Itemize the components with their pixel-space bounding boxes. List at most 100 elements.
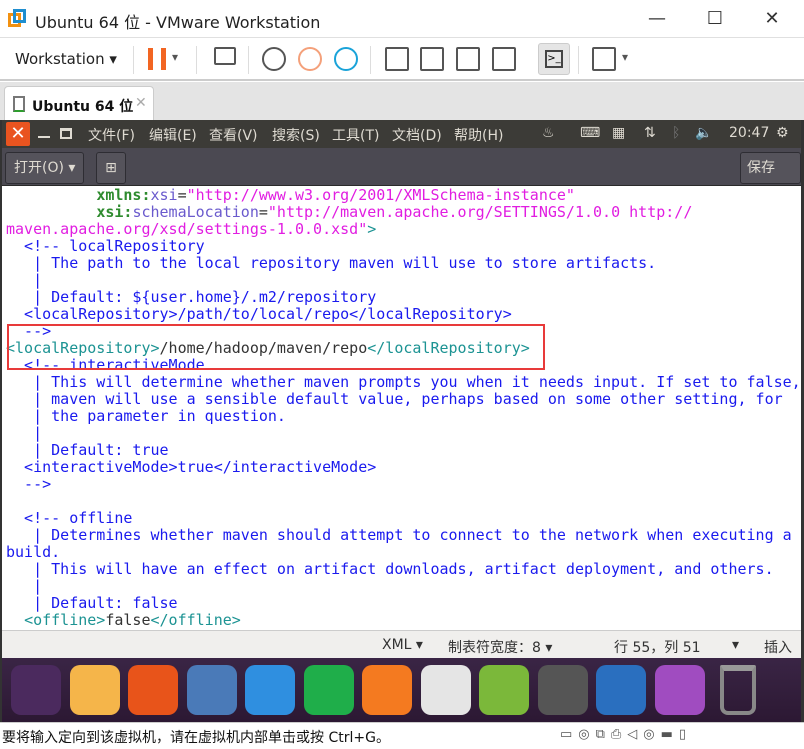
vm-display[interactable]: ✕ 文件(F) 编辑(E) 查看(V) 搜索(S) 工具(T) 文档(D) 帮助… <box>0 120 804 722</box>
stretch-dropdown[interactable]: ▾ <box>622 50 628 64</box>
code-token: <interactiveMode>true</interactiveMode> <box>6 458 377 476</box>
revert-snapshot-icon[interactable] <box>298 47 322 71</box>
calendar-icon[interactable]: ▦ <box>612 125 625 141</box>
ubuntu-icon[interactable] <box>11 665 61 715</box>
maximize-icon[interactable] <box>60 128 72 139</box>
volume-muted-icon[interactable]: 🔈 <box>695 125 712 141</box>
text-editor[interactable]: xmlns:xsi="http://www.w3.org/2001/XMLSch… <box>2 186 801 630</box>
code-token: | the parameter in question. <box>6 407 286 425</box>
vmware-status-bar: 要将输入定向到该虚拟机，请在虚拟机内部单击或按 Ctrl+G。 ▭◎⧉⎙◁◎▬▯ <box>0 722 804 749</box>
code-token: | Default: ${user.home}/.m2/repository <box>6 288 377 306</box>
firefox-icon[interactable] <box>128 665 178 715</box>
pause-dropdown[interactable]: ▾ <box>172 50 178 64</box>
library-view-icon[interactable] <box>385 47 409 71</box>
toolbar: Workstation ▾ ▾ >_ ▾ <box>0 38 804 81</box>
close-icon[interactable]: ✕ <box>6 122 30 146</box>
unity-icon[interactable] <box>492 47 516 71</box>
code-token: --> <box>6 475 52 493</box>
code-token: | Default: false <box>6 594 178 612</box>
code-token: maven.apache.org/xsd/settings-1.0.0.xsd" <box>6 220 368 238</box>
code-token: | <box>6 577 43 595</box>
save-button[interactable]: 保存(S) <box>740 152 801 206</box>
thumbnail-view-icon[interactable] <box>420 47 444 71</box>
code-token: <!-- offline <box>6 509 133 527</box>
menu-file[interactable]: 文件(F) <box>88 125 135 145</box>
clock[interactable]: 20:47 <box>729 125 769 141</box>
minimize-button[interactable]: — <box>637 6 677 32</box>
code-line: xmlns:xsi="http://www.w3.org/2001/XMLSch… <box>6 187 801 204</box>
workstation-label: Workstation <box>15 50 105 68</box>
code-token: = <box>177 186 187 204</box>
code-line: | the parameter in question. <box>6 408 801 425</box>
snapshot-icon[interactable] <box>262 47 286 71</box>
device-icons[interactable]: ▭◎⧉⎙◁◎▬▯ <box>560 727 692 742</box>
terminal-icon[interactable] <box>537 665 588 715</box>
code-line: | <box>6 425 801 442</box>
code-token: | This will determine whether maven prom… <box>6 373 801 391</box>
pause-icon[interactable] <box>148 48 166 70</box>
files-icon[interactable] <box>69 665 120 715</box>
code-line: | Default: true <box>6 442 801 459</box>
open-button[interactable]: 打开(O) ▾ <box>5 152 85 184</box>
workstation-menu[interactable]: Workstation ▾ <box>15 50 117 68</box>
ubuntu-launcher <box>2 658 801 722</box>
wps-presentation-icon[interactable] <box>362 665 412 715</box>
code-line: <offline>false</offline> <box>6 612 801 629</box>
snapshot-manager-icon[interactable] <box>334 47 358 71</box>
code-line: <!-- localRepository <box>6 238 801 255</box>
code-token: xsi <box>150 186 178 204</box>
close-button[interactable]: ✕ <box>752 6 792 32</box>
code-token: <localRepository>/path/to/local/repo</lo… <box>6 305 512 323</box>
stretch-icon[interactable] <box>592 47 616 71</box>
ubuntu-kylin-icon[interactable] <box>420 665 471 715</box>
tab-width-selector[interactable]: 制表符宽度：8 ▾ <box>448 637 552 657</box>
code-line: xsi:schemaLocation="http://maven.apache.… <box>6 204 801 221</box>
wps-spreadsheet-icon[interactable] <box>303 665 354 715</box>
chromium-icon[interactable] <box>186 665 237 715</box>
code-line: | Default: false <box>6 595 801 612</box>
maximize-button[interactable]: ☐ <box>695 6 735 32</box>
minimize-icon[interactable] <box>38 136 50 138</box>
power-icon[interactable]: ⚙ <box>776 125 789 141</box>
software-icon[interactable] <box>479 665 529 715</box>
menu-help[interactable]: 帮助(H) <box>454 125 503 145</box>
cursor-position: 行 55，列 51 <box>614 640 701 656</box>
code-token: "http://www.w3.org/2001/XMLSchema-instan… <box>186 186 575 204</box>
wps-writer-icon[interactable] <box>245 665 295 715</box>
ubuntu-top-bar: ✕ 文件(F) 编辑(E) 查看(V) 搜索(S) 工具(T) 文档(D) 帮助… <box>2 120 801 148</box>
desktop-icon[interactable] <box>596 665 646 715</box>
send-ctrl-alt-del-icon[interactable] <box>214 47 236 65</box>
code-line: | <box>6 272 801 289</box>
code-line: <!-- offline <box>6 510 801 527</box>
trash-icon[interactable] <box>720 665 756 715</box>
tab-close-icon[interactable]: ✕ <box>135 95 147 111</box>
code-line: | The path to the local repository maven… <box>6 255 801 272</box>
code-token: </offline> <box>150 611 241 629</box>
code-token: schemaLocation <box>132 203 259 221</box>
indicator-icon[interactable]: ♨ <box>542 125 555 141</box>
menu-search[interactable]: 搜索(S) <box>272 125 320 145</box>
code-token: "http://maven.apache.org/SETTINGS/1.0.0 … <box>267 203 693 221</box>
gedit-status-bar: XML ▾ 制表符宽度：8 ▾ 行 55，列 51 ▾ 插入 <box>2 630 801 658</box>
bluetooth-icon[interactable]: ᛒ <box>672 125 680 141</box>
menu-tools[interactable]: 工具(T) <box>332 125 379 145</box>
full-screen-icon[interactable] <box>456 47 480 71</box>
language-selector[interactable]: XML ▾ <box>382 637 423 653</box>
menu-view[interactable]: 查看(V) <box>209 125 258 145</box>
code-token: > <box>367 220 377 238</box>
new-document-button[interactable]: ⊞ <box>96 152 126 184</box>
insert-mode: 插入 <box>764 640 792 656</box>
insert-mode-dropdown[interactable]: ▾ <box>732 637 739 653</box>
tab-ubuntu[interactable]: Ubuntu 64 位 ✕ <box>4 86 154 120</box>
menu-edit[interactable]: 编辑(E) <box>149 125 197 145</box>
network-icon[interactable]: ⇅ <box>644 125 656 141</box>
menu-documents[interactable]: 文档(D) <box>392 125 442 145</box>
code-token: | maven will use a sensible default valu… <box>6 390 783 408</box>
console-view-button[interactable]: >_ <box>538 43 570 75</box>
keyboard-icon[interactable]: ⌨ <box>580 125 600 141</box>
gedit-icon[interactable] <box>654 665 705 715</box>
code-token: <!-- localRepository <box>6 237 205 255</box>
code-line: maven.apache.org/xsd/settings-1.0.0.xsd"… <box>6 221 801 238</box>
